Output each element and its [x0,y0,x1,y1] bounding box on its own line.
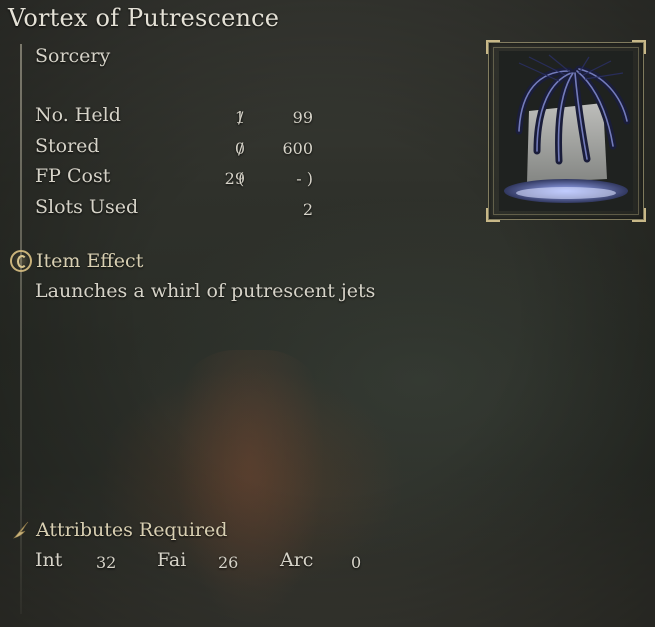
stat-max: 99 [292,108,313,127]
item-type: Sorcery [35,45,111,67]
item-effect-icon [10,250,32,272]
attributes-feather-icon [12,520,30,540]
stat-label: Stored [35,134,100,157]
item-effect-label: Item Effect [36,250,144,272]
attr-int-label: Int [35,549,63,571]
stat-label: No. Held [35,104,121,126]
stat-row-stored: Stored 0 / 600 [35,135,325,166]
stat-separator: / [238,108,244,127]
frame-corner [632,208,646,222]
attr-fai-value: 26 [218,553,239,572]
attributes-label: Attributes Required [36,519,228,541]
item-artwork-frame [486,40,646,222]
attributes-row: Int 32 Fai 26 Arc 0 [35,549,375,575]
stat-label: FP Cost [35,165,111,187]
item-detail-panel: Vortex of Putrescence Sorcery No. Held 1… [0,0,655,627]
stat-row-held: No. Held 1 / 99 [35,104,325,135]
attr-arc-label: Arc [280,549,314,571]
stats-block: No. Held 1 / 99 Stored 0 / 600 FP Cost 2… [35,104,325,226]
item-effect-heading: Item Effect [10,250,143,272]
stat-separator: / [238,138,244,158]
sorcery-artwork [499,51,633,211]
stat-label: Slots Used [35,195,139,218]
stat-row-fp-cost: FP Cost 29 ( - ) [35,165,325,196]
attr-fai-label: Fai [157,549,187,571]
stat-row-slots: Slots Used 2 [35,196,325,227]
frame-corner [632,40,646,54]
stat-max: - ) [296,169,313,188]
item-title: Vortex of Putrescence [8,4,280,32]
stat-max: 600 [282,138,313,158]
frame-corner [486,40,500,54]
item-effect-text: Launches a whirl of putrescent jets [35,280,376,302]
attributes-heading: Attributes Required [10,519,227,541]
attr-int-value: 32 [96,553,117,572]
stat-separator: ( [238,169,245,188]
attr-arc-value: 0 [351,553,362,572]
stat-max: 2 [302,199,313,219]
frame-corner [486,208,500,222]
